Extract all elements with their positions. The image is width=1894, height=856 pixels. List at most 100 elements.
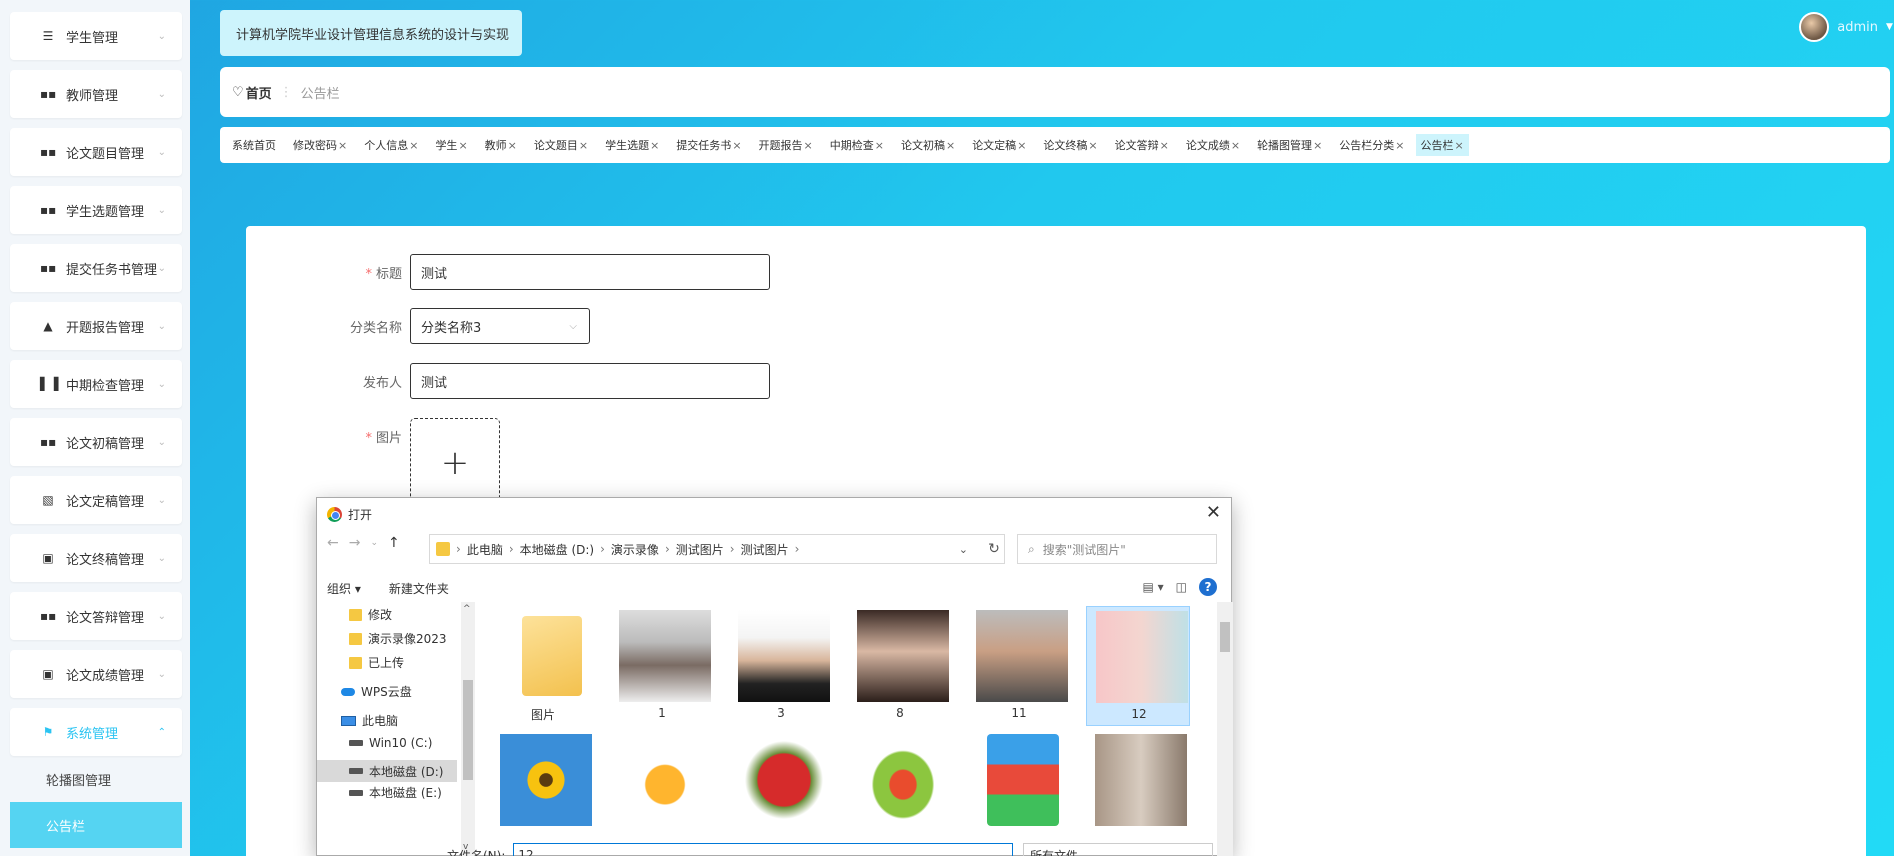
nav-item[interactable]: 修改: [349, 606, 392, 623]
file-item[interactable]: [848, 730, 952, 850]
nav-item[interactable]: 本地磁盘 (E:): [349, 784, 442, 801]
close-icon[interactable]: ×: [409, 139, 418, 152]
file-item[interactable]: [610, 730, 714, 850]
organize-button[interactable]: 组织 ▾: [327, 580, 361, 597]
back-arrow-icon[interactable]: ←: [327, 535, 339, 551]
forward-arrow-icon[interactable]: →: [349, 535, 361, 551]
nav-scrollbar[interactable]: ^ v: [461, 602, 475, 856]
close-icon[interactable]: ×: [458, 139, 467, 152]
sidebar-item[interactable]: ▪▪ 论文初稿管理 ⌄: [10, 418, 182, 466]
sidebar-subitem[interactable]: 公告栏: [10, 802, 182, 848]
path-segment[interactable]: 演示录像: [611, 541, 659, 558]
tab[interactable]: 中期检查×: [830, 137, 884, 153]
scroll-up-icon[interactable]: ^: [463, 604, 471, 614]
scroll-thumb[interactable]: [463, 680, 473, 780]
path-segment[interactable]: 测试图片: [741, 541, 789, 558]
tab[interactable]: 修改密码×: [293, 137, 347, 153]
sidebar-item[interactable]: ▲ 开题报告管理 ⌄: [10, 302, 182, 350]
tab[interactable]: 公告栏分类×: [1339, 137, 1404, 153]
tab[interactable]: 轮播图管理×: [1257, 137, 1322, 153]
scroll-thumb[interactable]: [1220, 622, 1230, 652]
nav-item[interactable]: 已上传: [349, 654, 404, 671]
tab[interactable]: 开题报告×: [759, 137, 813, 153]
file-type-select[interactable]: 所有文件: [1023, 843, 1213, 856]
tab[interactable]: 教师×: [485, 137, 517, 153]
sidebar-item[interactable]: ▪▪ 学生选题管理 ⌄: [10, 186, 182, 234]
close-icon[interactable]: ×: [338, 139, 347, 152]
file-item[interactable]: 12: [1086, 606, 1190, 726]
file-item[interactable]: 3: [729, 606, 833, 726]
avatar[interactable]: [1799, 12, 1830, 42]
close-icon[interactable]: ×: [1395, 139, 1404, 152]
close-icon[interactable]: ×: [1160, 139, 1169, 152]
close-icon[interactable]: ×: [1455, 139, 1464, 152]
sidebar-item[interactable]: ▪▪ 提交任务书管理 ⌄: [10, 244, 182, 292]
close-icon[interactable]: ×: [508, 139, 517, 152]
tab[interactable]: 论文答辩×: [1115, 137, 1169, 153]
tab[interactable]: 论文终稿×: [1043, 137, 1097, 153]
sidebar-item[interactable]: ▌▐ 中期检查管理 ⌄: [10, 360, 182, 408]
tab[interactable]: 提交任务书×: [676, 137, 741, 153]
file-item[interactable]: 11: [967, 606, 1071, 726]
view-mode-icon[interactable]: ▤ ▾: [1142, 580, 1163, 594]
file-item[interactable]: [967, 730, 1071, 850]
close-icon[interactable]: ×: [1088, 139, 1097, 152]
nav-item[interactable]: WPS云盘: [341, 683, 412, 700]
file-item[interactable]: 8: [848, 606, 952, 726]
recent-chevron-icon[interactable]: ⌄: [370, 538, 378, 548]
close-icon[interactable]: ×: [804, 139, 813, 152]
sidebar-item[interactable]: ▪▪ 论文题目管理 ⌄: [10, 128, 182, 176]
title-input[interactable]: 测试: [410, 254, 770, 290]
tab[interactable]: 论文初稿×: [901, 137, 955, 153]
file-item[interactable]: 1: [610, 606, 714, 726]
category-select[interactable]: 分类名称3 ⌵: [410, 308, 590, 344]
help-icon[interactable]: ?: [1199, 578, 1217, 596]
tab[interactable]: 学生选题×: [605, 137, 659, 153]
publisher-input[interactable]: 测试: [410, 363, 770, 399]
search-input[interactable]: ⌕ 搜索"测试图片": [1017, 534, 1217, 564]
file-item[interactable]: [491, 730, 595, 850]
files-scrollbar[interactable]: [1217, 602, 1233, 856]
address-bar[interactable]: › 此电脑 › 本地磁盘 (D:) › 演示录像 › 测试图片 › 测试图片 › ⌄: [429, 534, 1005, 564]
tab[interactable]: 个人信息×: [364, 137, 418, 153]
user-menu[interactable]: admin ▼: [1799, 12, 1894, 42]
tab[interactable]: 系统首页: [232, 137, 276, 153]
tab[interactable]: 学生×: [435, 137, 467, 153]
user-name[interactable]: admin: [1837, 20, 1878, 35]
folder-item[interactable]: 图片: [491, 606, 595, 726]
sidebar-item[interactable]: ▣ 论文成绩管理 ⌄: [10, 650, 182, 698]
chevron-down-icon[interactable]: ⌄: [959, 543, 968, 556]
nav-item[interactable]: 本地磁盘 (D:): [317, 760, 457, 782]
preview-pane-icon[interactable]: ◫: [1176, 580, 1187, 594]
filename-input[interactable]: 12: [513, 843, 1014, 856]
sidebar-item[interactable]: ▣ 论文终稿管理 ⌄: [10, 534, 182, 582]
sidebar-item[interactable]: ▪▪ 论文答辩管理 ⌄: [10, 592, 182, 640]
sidebar-item[interactable]: ▧ 论文定稿管理 ⌄: [10, 476, 182, 524]
image-upload-button[interactable]: +: [410, 418, 500, 508]
close-icon[interactable]: ×: [650, 139, 659, 152]
close-icon[interactable]: ×: [579, 139, 588, 152]
tab[interactable]: 论文题目×: [534, 137, 588, 153]
breadcrumb-home[interactable]: 首页: [246, 83, 272, 102]
close-icon[interactable]: ✕: [1206, 502, 1221, 523]
up-arrow-icon[interactable]: ↑: [388, 535, 400, 551]
sidebar-item[interactable]: ▪▪ 教师管理 ⌄: [10, 70, 182, 118]
refresh-icon[interactable]: ↻: [979, 535, 1009, 563]
nav-item[interactable]: 演示录像2023: [349, 630, 447, 647]
close-icon[interactable]: ×: [1231, 139, 1240, 152]
sidebar-item[interactable]: ⚑ 系统管理 ⌃: [10, 708, 182, 756]
close-icon[interactable]: ×: [946, 139, 955, 152]
file-item[interactable]: [729, 730, 833, 850]
close-icon[interactable]: ×: [1017, 139, 1026, 152]
close-icon[interactable]: ×: [1313, 139, 1322, 152]
file-item[interactable]: [1086, 730, 1190, 850]
sidebar-item[interactable]: ☰ 学生管理 ⌄: [10, 12, 182, 60]
nav-item[interactable]: 此电脑: [341, 712, 398, 729]
new-folder-button[interactable]: 新建文件夹: [389, 580, 449, 597]
sidebar-subitem[interactable]: 轮播图管理: [10, 756, 182, 802]
close-icon[interactable]: ×: [875, 139, 884, 152]
path-segment[interactable]: 此电脑: [467, 541, 503, 558]
tab[interactable]: 论文成绩×: [1186, 137, 1240, 153]
path-segment[interactable]: 测试图片: [676, 541, 724, 558]
nav-item[interactable]: Win10 (C:): [349, 736, 432, 750]
